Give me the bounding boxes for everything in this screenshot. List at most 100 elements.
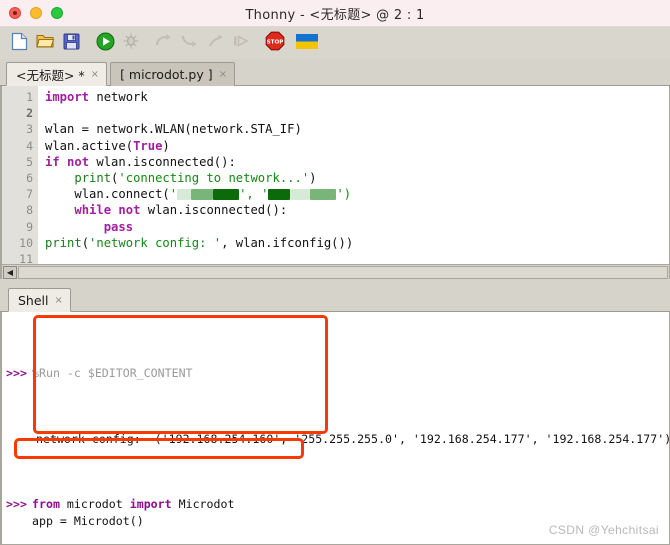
editor-tab-untitled[interactable]: <无标题> * × [6, 62, 108, 86]
stop-icon: STOP [265, 31, 285, 55]
code-token: wlan.active( [45, 138, 134, 153]
code-text-area[interactable]: import network​wlan = network.WLAN(netwo… [38, 86, 669, 264]
code-token-string: ' [169, 187, 178, 202]
run-button[interactable] [92, 30, 118, 56]
minimize-button[interactable] [30, 7, 42, 19]
code-token-string: 'connecting to network...' [118, 171, 310, 186]
code-token: ( [81, 235, 90, 250]
code-token-string: ') [336, 187, 352, 202]
code-token: wlan.isconnected(): [140, 203, 288, 218]
code-editor: 1 2 3 4 5 6 7 8 9 10 11 import network​w… [0, 86, 670, 279]
code-editor-body: 1 2 3 4 5 6 7 8 9 10 11 import network​w… [2, 86, 669, 264]
code-token-keyword: True [133, 138, 163, 153]
shell-panel[interactable]: >>> %Run -c $EDITOR_CONTENT network confi… [0, 312, 670, 545]
line-number: 10 [19, 235, 33, 250]
stop-button[interactable]: STOP [262, 30, 288, 56]
line-number: 1 [26, 90, 33, 104]
shell-run-line: >>> %Run -c $EDITOR_CONTENT [2, 365, 669, 381]
code-token-keyword: not [118, 203, 141, 218]
shell-content[interactable]: >>> %Run -c $EDITOR_CONTENT network confi… [2, 312, 669, 544]
redacted-ssid-part [191, 189, 214, 201]
code-token: wlan.isconnected(): [89, 154, 236, 169]
code-token: app = Microdot() [32, 513, 144, 528]
code-line: print('network config: ', wlan.ifconfig(… [45, 235, 669, 251]
step-into-button[interactable] [176, 30, 202, 56]
title-bar: Thonny - <无标题> @ 2 : 1 [0, 0, 670, 27]
scroll-left-icon[interactable]: ◀ [3, 265, 17, 279]
redacted-password-part [310, 189, 337, 201]
code-line: if not wlan.isconnected(): [45, 154, 669, 170]
editor-tab-microdot-label: [ microdot.py ] [120, 67, 213, 82]
svg-text:STOP: STOP [267, 40, 284, 46]
resume-button[interactable] [228, 30, 254, 56]
close-button[interactable] [9, 7, 21, 19]
redacted-ssid-part [213, 189, 240, 201]
close-icon[interactable]: × [55, 295, 63, 306]
editor-tab-strip: <无标题> * × [ microdot.py ] × [0, 59, 670, 86]
close-icon[interactable]: × [91, 69, 99, 80]
code-token-keyword: while [74, 203, 112, 218]
code-token-keyword: import [129, 497, 172, 512]
shell-tab-strip: Shell × [0, 286, 670, 312]
close-icon[interactable]: × [219, 69, 227, 80]
code-line: wlan.connect(' ', ' ') [45, 186, 669, 202]
open-file-button[interactable] [32, 30, 58, 56]
code-token: Microdot [171, 497, 235, 512]
code-token: ) [162, 138, 170, 153]
redacted-ssid-part [177, 189, 192, 201]
line-number: 9 [26, 219, 33, 234]
code-token-builtin: print [45, 235, 82, 250]
new-file-button[interactable] [6, 30, 32, 56]
code-line: ​ [45, 251, 669, 264]
line-number: 4 [26, 138, 33, 153]
save-file-icon [63, 33, 80, 54]
code-line: pass [45, 219, 669, 235]
line-number: 5 [26, 154, 33, 169]
code-line: print('connecting to network...') [45, 170, 669, 186]
code-token: ) [309, 171, 317, 186]
line-number: 2 [26, 106, 33, 121]
code-token-string: 'network config: ' [89, 235, 222, 250]
shell-prompt: >>> [6, 497, 27, 512]
ukraine-flag-button[interactable] [294, 30, 320, 56]
redacted-password-part [268, 189, 291, 201]
step-out-button[interactable] [202, 30, 228, 56]
run-icon [96, 32, 115, 55]
code-token: wlan = network.WLAN(network.STA_IF) [45, 122, 302, 137]
step-over-button[interactable] [150, 30, 176, 56]
resume-icon [232, 33, 250, 53]
open-file-icon [35, 32, 55, 54]
editor-horizontal-scrollbar[interactable]: ◀ [2, 264, 669, 279]
shell-tab-label: Shell [18, 292, 49, 308]
scrollbar-thumb[interactable] [18, 265, 668, 279]
line-number: 8 [26, 203, 33, 218]
debug-button[interactable] [118, 30, 144, 56]
code-line: wlan.active(True) [45, 138, 669, 154]
shell-entered-code: from microdot import Microdot app = Micr… [32, 496, 276, 544]
step-out-icon [206, 33, 224, 53]
line-number-gutter: 1 2 3 4 5 6 7 8 9 10 11 [2, 86, 38, 264]
editor-tab-microdot[interactable]: [ microdot.py ] × [110, 62, 235, 86]
shell-tab[interactable]: Shell × [8, 288, 71, 312]
line-number: 6 [26, 171, 33, 186]
thonny-window: Thonny - <无标题> @ 2 : 1 STOP <无标题> * × [… [0, 0, 670, 545]
code-token-builtin: print [74, 171, 112, 186]
line-number: 3 [26, 122, 33, 137]
line-number: 11 [19, 252, 33, 264]
save-file-button[interactable] [58, 30, 84, 56]
code-token: , wlan.ifconfig()) [221, 235, 354, 250]
code-line: import network [45, 89, 669, 105]
maximize-button[interactable] [51, 7, 63, 19]
code-line: ​ [45, 105, 669, 121]
code-token-string: ', ' [239, 187, 269, 202]
editor-tab-untitled-label: <无标题> * [16, 67, 85, 83]
step-over-icon [154, 33, 172, 53]
redacted-password-part [290, 189, 311, 201]
code-token-keyword: if [45, 154, 60, 169]
watermark: CSDN @Yehchitsai [548, 523, 659, 537]
debug-icon [122, 32, 140, 54]
window-title: Thonny - <无标题> @ 2 : 1 [245, 7, 425, 23]
code-token: network [89, 90, 148, 104]
code-token-keyword: not [67, 154, 90, 169]
code-token: wlan.connect( [74, 187, 170, 202]
